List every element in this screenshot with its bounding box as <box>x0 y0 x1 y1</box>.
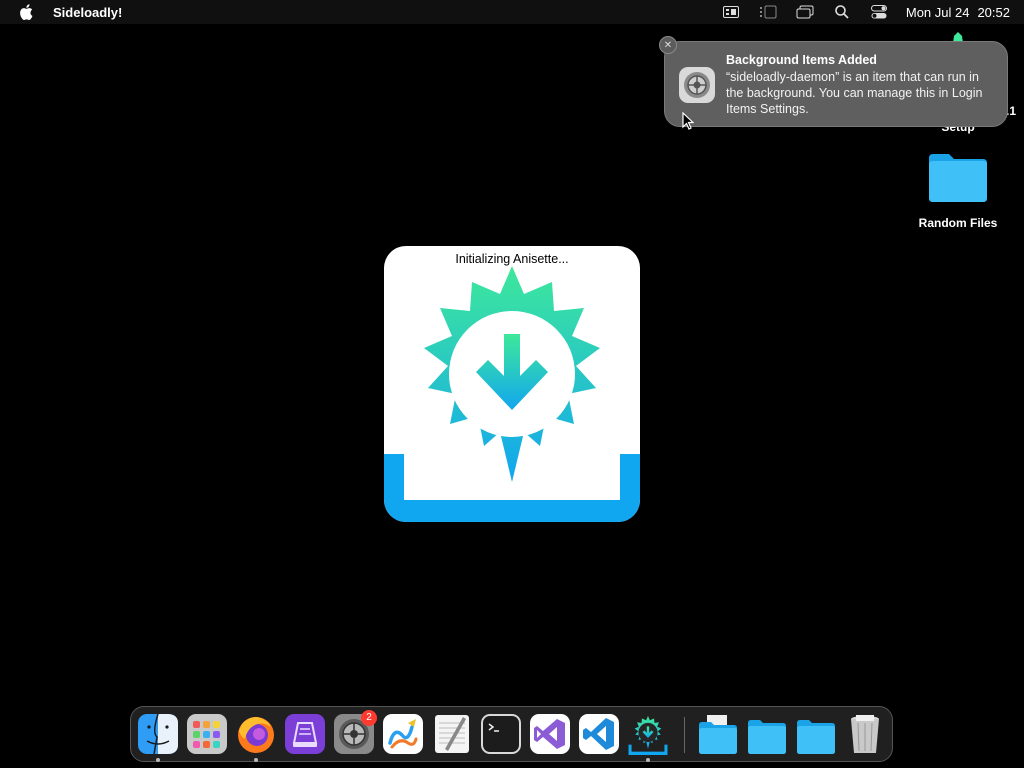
finder-icon[interactable] <box>137 713 179 755</box>
desktop-item-random-files[interactable]: Random Files <box>908 150 1008 230</box>
notification-title: Background Items Added <box>726 53 877 67</box>
notification-banner[interactable]: Background Items Added “sideloadly-daemo… <box>664 41 1008 127</box>
keyboard-input-icon[interactable] <box>722 4 740 20</box>
screen-mirror-icon[interactable] <box>796 4 814 20</box>
running-indicator <box>254 758 258 762</box>
folder-icon[interactable] <box>746 713 788 755</box>
dock <box>130 706 893 762</box>
trash-icon[interactable] <box>844 713 886 755</box>
clock[interactable]: Mon Jul 24 20:52 <box>906 5 1010 20</box>
dock-separator <box>684 717 685 753</box>
desktop-item-label: Random Files <box>918 216 998 230</box>
date-text: Mon Jul 24 <box>905 4 970 20</box>
terminal-icon[interactable] <box>480 713 522 755</box>
time-text: 20:52 <box>977 4 1010 20</box>
control-center-icon[interactable] <box>870 4 888 20</box>
apple-configurator-icon[interactable] <box>284 713 326 755</box>
spotlight-search-icon[interactable] <box>833 4 851 20</box>
mouse-cursor-icon <box>682 111 695 135</box>
system-settings-icon <box>678 66 716 104</box>
notification-badge: 2 <box>361 710 377 726</box>
textedit-icon[interactable] <box>431 713 473 755</box>
sideloadly-gear-download-icon <box>384 266 640 522</box>
sideloadly-splash-window: Initializing Anisette... <box>384 246 640 522</box>
apple-icon[interactable] <box>19 4 33 20</box>
sideloadly-icon[interactable] <box>627 713 669 755</box>
vscode-icon[interactable] <box>578 713 620 755</box>
freeform-icon[interactable] <box>382 713 424 755</box>
notification-body: “sideloadly-daemon” is an item that can … <box>726 70 983 116</box>
folder-icon[interactable] <box>795 713 837 755</box>
close-icon[interactable]: ✕ <box>659 36 677 54</box>
visual-studio-icon[interactable] <box>529 713 571 755</box>
launchpad-icon[interactable] <box>186 713 228 755</box>
folder-icon <box>929 154 987 202</box>
running-indicator <box>156 758 160 762</box>
running-indicator <box>646 758 650 762</box>
menu-bar: Sideloadly! Mon Jul 24 20:52 <box>0 0 1024 24</box>
app-menu-name[interactable]: Sideloadly! <box>53 5 122 20</box>
firefox-icon[interactable] <box>235 713 277 755</box>
stage-manager-icon[interactable] <box>759 4 777 20</box>
documents-folder-icon[interactable] <box>697 713 739 755</box>
